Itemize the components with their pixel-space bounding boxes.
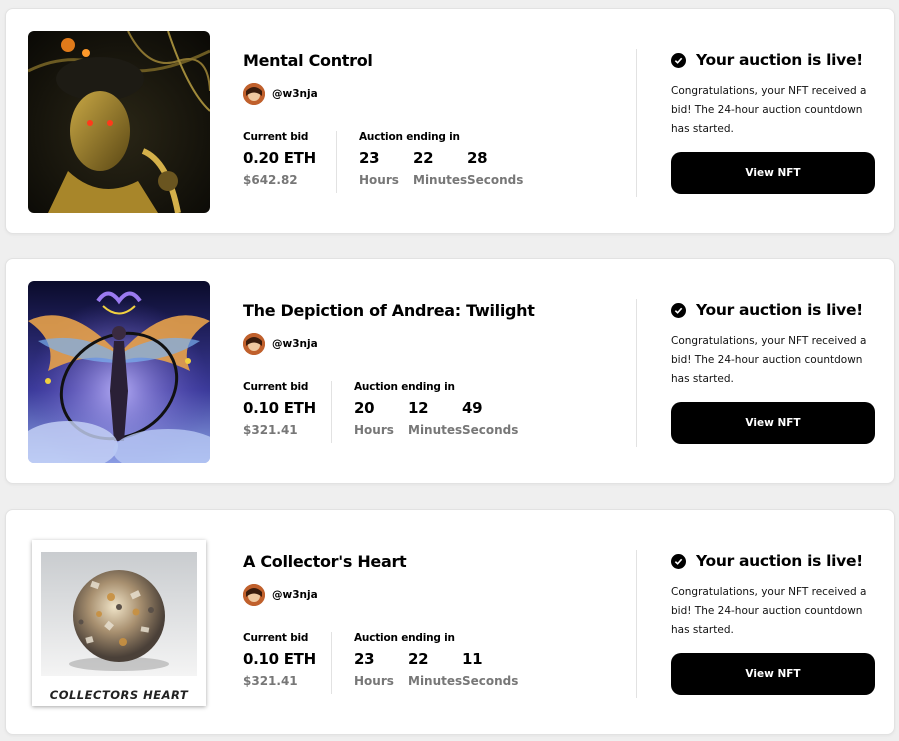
auction-status: Your auction is live! [671,301,863,319]
creator-handle[interactable]: @w3nja [272,88,318,100]
auction-status: Your auction is live! [671,552,863,570]
minutes-label: Minutes [408,423,463,437]
artwork-caption: COLLECTORS HEART [49,688,189,702]
current-bid-label: Current bid [243,632,309,644]
creator-avatar[interactable] [243,333,265,355]
divider [331,632,332,694]
hours-value: 20 [354,399,375,417]
seconds-label: Seconds [462,674,519,688]
bid-eth-amount: 0.10 ETH [243,650,316,668]
seconds-label: Seconds [467,173,524,187]
divider [636,49,637,197]
seconds-value: 11 [462,650,483,668]
hours-value: 23 [354,650,375,668]
hours-label: Hours [359,173,399,187]
bid-usd-amount: $321.41 [243,423,298,437]
nft-title[interactable]: A Collector's Heart [243,552,407,571]
countdown-minutes: 22 Minutes [408,650,462,688]
current-bid-label: Current bid [243,131,309,143]
nft-title[interactable]: The Depiction of Andrea: Twilight [243,301,535,320]
current-bid: Current bid 0.10 ETH $321.41 [243,381,316,437]
divider [336,131,337,193]
divider [636,299,637,447]
countdown-minutes: 12 Minutes [408,399,462,437]
nft-artwork-image[interactable]: COLLECTORS HEART [32,540,206,706]
minutes-value: 22 [408,650,429,668]
status-message: Congratulations, your NFT received a bid… [671,586,867,636]
countdown-seconds: 11 Seconds [462,650,518,688]
countdown-minutes: 22 Minutes [413,149,467,187]
auction-card: The Depiction of Andrea: Twilight @w3nja… [5,258,895,484]
status-text: Your auction is live! [696,301,863,319]
status-message: Congratulations, your NFT received a bid… [671,335,867,385]
check-circle-icon [671,302,686,318]
auction-countdown: Auction ending in 20 Hours 12 Minutes 49… [354,381,518,437]
divider [331,381,332,443]
view-nft-button[interactable]: View NFT [671,402,875,444]
minutes-label: Minutes [408,674,463,688]
bid-eth-amount: 0.10 ETH [243,399,316,417]
auction-ending-label: Auction ending in [359,131,460,143]
creator-avatar[interactable] [243,584,265,606]
view-nft-button[interactable]: View NFT [671,152,875,194]
creator-info[interactable]: @w3nja [243,83,318,105]
bid-usd-amount: $642.82 [243,173,298,187]
auction-card: COLLECTORS HEART A Collector's Heart @w3… [5,509,895,735]
creator-info[interactable]: @w3nja [243,584,318,606]
creator-handle[interactable]: @w3nja [272,338,318,350]
current-bid: Current bid 0.20 ETH $642.82 [243,131,316,187]
countdown-hours: 23 Hours [359,149,413,187]
countdown-hours: 23 Hours [354,650,408,688]
hours-value: 23 [359,149,380,167]
current-bid: Current bid 0.10 ETH $321.41 [243,632,316,688]
auction-countdown: Auction ending in 23 Hours 22 Minutes 11… [354,632,518,688]
auction-ending-label: Auction ending in [354,632,455,644]
auction-countdown: Auction ending in 23 Hours 22 Minutes 28… [359,131,523,187]
creator-avatar[interactable] [243,83,265,105]
minutes-value: 22 [413,149,434,167]
bid-eth-amount: 0.20 ETH [243,149,316,167]
status-message: Congratulations, your NFT received a bid… [671,85,867,135]
seconds-value: 49 [462,399,483,417]
nft-title[interactable]: Mental Control [243,51,373,70]
status-text: Your auction is live! [696,51,863,69]
seconds-value: 28 [467,149,488,167]
countdown-hours: 20 Hours [354,399,408,437]
auction-ending-label: Auction ending in [354,381,455,393]
countdown-seconds: 28 Seconds [467,149,523,187]
status-text: Your auction is live! [696,552,863,570]
hours-label: Hours [354,674,394,688]
view-nft-button[interactable]: View NFT [671,653,875,695]
check-circle-icon [671,553,686,569]
countdown-seconds: 49 Seconds [462,399,518,437]
bid-usd-amount: $321.41 [243,674,298,688]
current-bid-label: Current bid [243,381,309,393]
auction-card: Mental Control @w3nja Current bid 0.20 E… [5,8,895,234]
nft-artwork-image[interactable] [28,31,210,213]
check-circle-icon [671,52,686,68]
divider [636,550,637,698]
minutes-label: Minutes [413,173,468,187]
minutes-value: 12 [408,399,429,417]
hours-label: Hours [354,423,394,437]
nft-artwork-image[interactable] [28,281,210,463]
auction-status: Your auction is live! [671,51,863,69]
creator-info[interactable]: @w3nja [243,333,318,355]
creator-handle[interactable]: @w3nja [272,589,318,601]
seconds-label: Seconds [462,423,519,437]
